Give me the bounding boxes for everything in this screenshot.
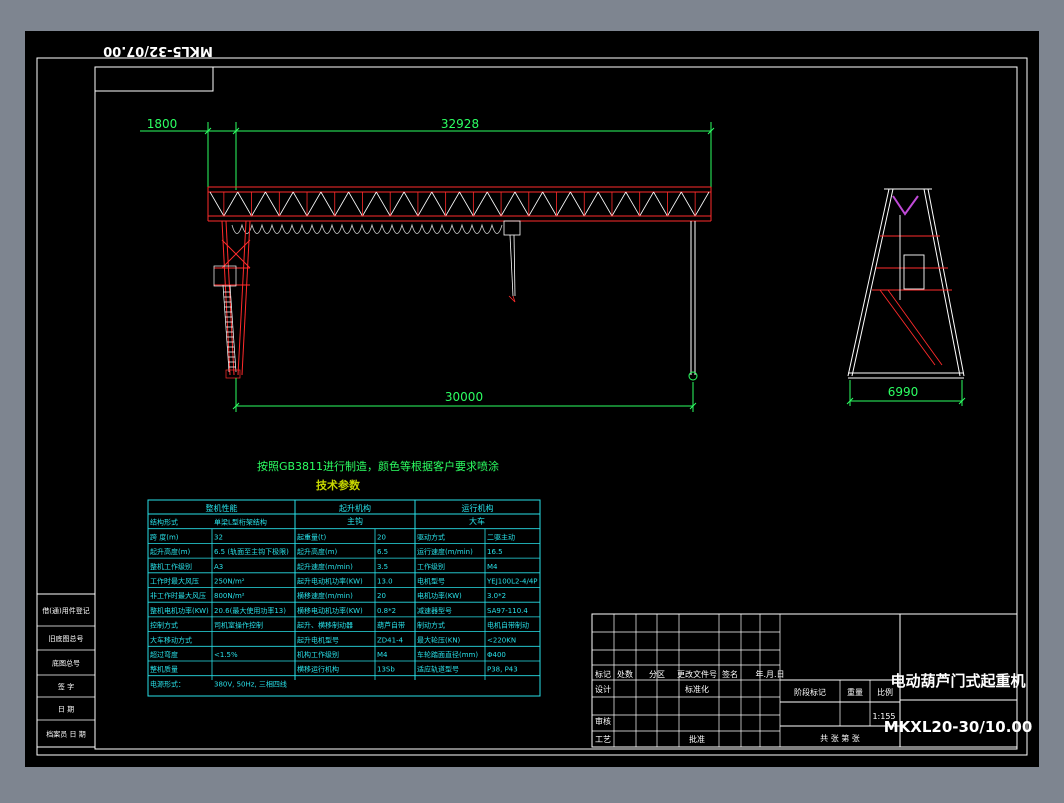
left-strip-cell: 日 期 (58, 706, 74, 714)
params-cell: 制动方式 (417, 621, 445, 630)
params-cell: 工作时最大风压 (150, 577, 199, 586)
left-strip-cell: 档案员 日 期 (46, 730, 85, 739)
params-cell: P38, P43 (487, 666, 518, 674)
stage-header-0: 阶段标记 (794, 687, 826, 697)
params-cell: <1.5% (214, 651, 238, 659)
role-2: 审核 (595, 716, 611, 726)
params-cell: 工作级别 (417, 562, 445, 571)
params-cell: 起重量(t) (297, 533, 326, 541)
params-cell: 葫芦自带 (377, 621, 405, 630)
cad-viewer: MKL5-32/07.00 1800 32928 30000 6990 按照GB… (0, 0, 1064, 798)
params-cell: Φ400 (487, 651, 506, 659)
params-cell: 380V, 50Hz, 三相四线 (214, 679, 287, 688)
left-strip-cell: 签 字 (58, 682, 74, 691)
params-cell: 最大轮压(KN) (417, 635, 461, 644)
stage-header-1: 重量 (847, 687, 863, 697)
params-group-2: 运行机构 (462, 503, 494, 513)
left-strip-cell: 旧底图总号 (49, 634, 84, 643)
params-cell: 起升电机型号 (297, 635, 339, 644)
params-cell: 800N/m² (214, 592, 245, 600)
params-cell: 16.5 (487, 548, 503, 556)
params-cell: ZD41-4 (377, 636, 404, 644)
drawing-model: MKXL20-30/10.00 (884, 718, 1033, 736)
params-heading: 技术参数 (316, 478, 361, 492)
params-cell: 横移速度(m/min) (297, 591, 353, 600)
params-cell: 单梁L型桁架结构 (214, 518, 267, 527)
left-strip-cell: 底图总号 (52, 659, 80, 668)
params-cell: 运行速度(m/min) (417, 547, 473, 556)
params-cell: 横移运行机构 (297, 665, 339, 674)
params-cell: 20.6(最大使用功率13) (214, 606, 286, 615)
rev-header-3: 更改文件号 (677, 669, 717, 679)
params-cell: 6.5 (377, 548, 388, 556)
params-cell: 驱动方式 (417, 532, 445, 541)
params-subgroup-0: 主钩 (347, 516, 363, 526)
dim-cantilever: 1800 (147, 117, 178, 131)
params-cell: 电机功率(KW) (417, 591, 462, 600)
rev-header-0: 标记 (595, 669, 611, 679)
drawing-sheet: MKL5-32/07.00 1800 32928 30000 6990 按照GB… (25, 31, 1039, 767)
params-cell: 二驱主动 (487, 532, 515, 541)
params-cell: 跨 度(m) (150, 532, 179, 541)
drawing-title: 电动葫芦门式起重机 (890, 672, 1025, 690)
left-strip-cell: 借(通)用件登记 (42, 606, 89, 615)
params-cell: M4 (487, 563, 498, 571)
params-cell: A3 (214, 563, 223, 571)
params-cell: 控制方式 (150, 621, 178, 630)
params-cell: 起升电动机功率(KW) (297, 577, 363, 586)
params-cell: 20 (377, 592, 386, 600)
params-cell: 起升速度(m/min) (297, 562, 353, 571)
params-cell: 整机工作级别 (150, 562, 192, 571)
role-1: 标准化 (685, 684, 709, 694)
rev-header-2: 分区 (649, 670, 665, 679)
params-cell: <220KN (487, 636, 516, 644)
params-cell: 6.5 (轨面至主钩下极限) (214, 547, 289, 556)
params-cell: 司机室操作控制 (214, 621, 263, 630)
params-group-0: 整机性能 (206, 503, 238, 513)
role-0: 设计 (595, 684, 611, 694)
dim-girder-length: 32928 (441, 117, 479, 131)
rev-header-1: 处数 (617, 669, 633, 679)
params-cell: 0.8*2 (377, 607, 396, 615)
params-cell: 起升高度(m) (297, 547, 338, 556)
params-group-1: 起升机构 (339, 503, 371, 513)
params-cell: 32 (214, 533, 223, 541)
params-cell: 大车移动方式 (150, 635, 192, 644)
params-cell: 250N/m² (214, 578, 245, 586)
params-cell: SA97-110.4 (487, 607, 528, 615)
manufacturing-note: 按照GB3811进行制造，颜色等根据客户要求喷涂 (257, 459, 499, 473)
params-cell: 电机型号 (417, 577, 445, 586)
params-cell: 13.0 (377, 578, 393, 586)
params-cell: 20 (377, 533, 386, 541)
params-subgroup-1: 大车 (469, 516, 485, 526)
drawing-code-mirrored: MKL5-32/07.00 (103, 43, 213, 58)
params-cell: 起升高度(m) (150, 547, 191, 556)
params-cell: M4 (377, 651, 388, 659)
params-cell: 非工作时最大风压 (150, 591, 206, 600)
rev-header-4: 签名 (722, 669, 738, 679)
params-cell: 电源形式： (150, 679, 185, 688)
params-cell: 3.0*2 (487, 592, 506, 600)
params-cell: 整机电机功率(KW) (150, 606, 209, 615)
rev-header-5: 年.月.日 (755, 669, 784, 679)
params-cell: 整机质量 (150, 665, 178, 674)
params-cell: YEJ100L2-4/4P (486, 578, 538, 586)
params-cell: 适应轨道型号 (417, 665, 459, 674)
params-cell: 3.5 (377, 563, 388, 571)
role-4: 批准 (689, 734, 705, 744)
params-cell: 机构工作级别 (297, 650, 339, 659)
params-cell: 13Sb (377, 666, 395, 674)
params-cell: 车轮踏面直径(mm) (417, 650, 478, 659)
sheet-count: 共 张 第 张 (820, 733, 860, 743)
dim-base-width: 6990 (888, 385, 919, 399)
dim-span: 30000 (445, 390, 483, 404)
params-cell: 减速器型号 (417, 606, 452, 615)
role-3: 工艺 (595, 735, 611, 744)
drawing-scale: 1:155 (872, 712, 895, 721)
params-cell: 横移电动机功率(KW) (297, 606, 363, 615)
params-cell: 电机自带制动 (487, 621, 529, 630)
params-cell: 超过弯度 (150, 650, 178, 659)
params-cell: 起升、横移制动器 (297, 621, 353, 630)
params-cell: 结构形式 (150, 518, 178, 527)
